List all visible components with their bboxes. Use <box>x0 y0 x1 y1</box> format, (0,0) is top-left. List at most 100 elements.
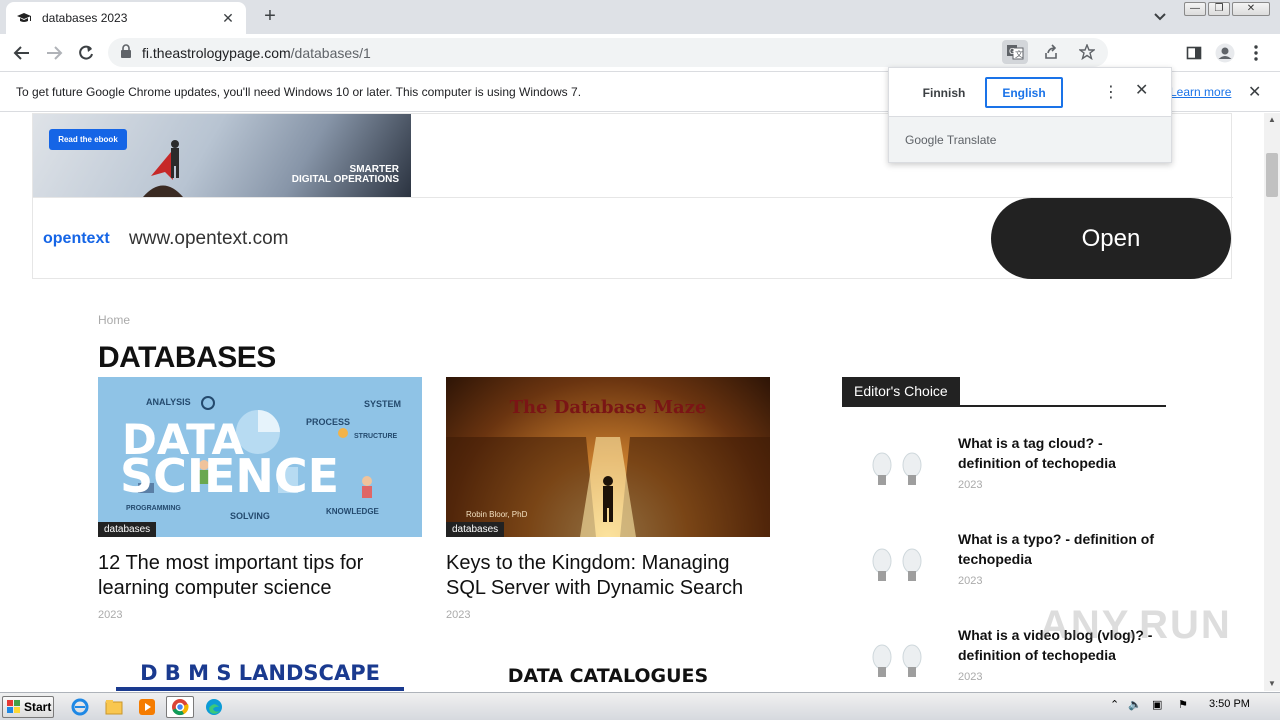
scroll-down-arrow-icon[interactable]: ▼ <box>1264 677 1280 691</box>
lightbulb-thumbnail-icon <box>872 548 922 581</box>
article-image-data-science[interactable]: DATA SCIENCE ANALYSIS SYSTEM PROCESS STR… <box>98 377 422 537</box>
share-icon[interactable] <box>1038 40 1064 64</box>
ad-banner-image[interactable]: Read the ebook SMARTER DIGITAL OPERATION… <box>33 114 411 197</box>
lock-icon <box>120 44 134 61</box>
start-button[interactable]: Start <box>2 696 54 718</box>
ad-tagline: SMARTER DIGITAL OPERATIONS <box>292 165 399 185</box>
article-date: 2023 <box>446 609 471 621</box>
translate-options-kebab-icon[interactable]: ⋮ <box>1103 82 1119 102</box>
article-title[interactable]: Keys to the Kingdom: Managing SQL Server… <box>446 551 770 601</box>
ad-open-button[interactable]: Open <box>991 198 1231 279</box>
sidebar-item-date: 2023 <box>958 671 983 683</box>
sidebar-item-title[interactable]: What is a typo? - definition of techoped… <box>958 529 1166 569</box>
tab-title: databases 2023 <box>42 11 128 25</box>
article-image-text: D B M S LANDSCAPE <box>140 661 380 685</box>
volume-icon[interactable]: 🔈 <box>1128 698 1142 711</box>
img-text-author: Robin Bloor, PhD <box>466 510 528 519</box>
sidebar-item[interactable]: What is a tag cloud? - definition of tec… <box>842 433 1166 513</box>
window-close-button[interactable]: ✕ <box>1232 2 1270 16</box>
article-card-partial[interactable]: D B M S LANDSCAPE <box>98 653 422 691</box>
img-text-knowledge: KNOWLEDGE <box>326 507 379 516</box>
address-bar[interactable]: fi.theastrologypage.com/databases/1 G文 <box>108 38 1108 67</box>
target-language-tab[interactable]: English <box>985 77 1063 108</box>
page-scrollbar[interactable]: ▲ ▼ <box>1264 113 1280 691</box>
infobar-message: To get future Google Chrome updates, you… <box>16 85 582 99</box>
img-text-programming: PROGRAMMING <box>126 505 181 512</box>
url-path: /databases/1 <box>290 44 371 61</box>
url-host: fi.theastrologypage.com <box>142 44 291 61</box>
translate-close-icon[interactable]: ✕ <box>1135 80 1148 100</box>
page-title: DATABASES <box>98 341 276 374</box>
network-icon[interactable]: ▣ <box>1152 698 1162 711</box>
breadcrumb[interactable]: Home <box>98 313 130 327</box>
scroll-thumb[interactable] <box>1266 153 1278 197</box>
restore-button[interactable]: ❐ <box>1208 2 1230 16</box>
editors-choice-header: Editor's Choice <box>842 377 1166 407</box>
tray-expand-icon[interactable]: ⌃ <box>1110 698 1119 711</box>
ad-tagline-line2: DIGITAL OPERATIONS <box>291 174 399 185</box>
anyrun-watermark: ANY.RUN <box>1040 603 1232 647</box>
opentext-logo: opentext <box>43 230 110 247</box>
new-tab-button[interactable]: + <box>258 6 282 28</box>
img-text-process: PROCESS <box>306 417 351 427</box>
profile-avatar-icon[interactable] <box>1213 41 1237 65</box>
forward-arrow-icon[interactable] <box>42 41 66 65</box>
tab-close-icon[interactable]: ✕ <box>220 10 236 27</box>
start-label: Start <box>24 700 52 714</box>
article-title[interactable]: 12 The most important tips for learning … <box>98 551 422 601</box>
learn-more-link[interactable]: Learn more <box>1170 85 1231 99</box>
ad-url[interactable]: www.opentext.com <box>129 228 288 250</box>
article-image-text: DATA CATALOGUES <box>507 665 709 687</box>
scroll-up-arrow-icon[interactable]: ▲ <box>1264 113 1280 127</box>
img-text-structure: STRUCTURE <box>354 433 398 440</box>
svg-text:文: 文 <box>1015 49 1023 59</box>
img-text-solving: SOLVING <box>230 511 270 521</box>
bookmark-star-icon[interactable] <box>1074 40 1100 64</box>
back-arrow-icon[interactable] <box>10 41 34 65</box>
img-text-maze-title: The Database Maze <box>509 397 707 418</box>
article-date: 2023 <box>98 609 123 621</box>
media-player-icon[interactable] <box>133 696 161 718</box>
web-page: Read the ebook SMARTER DIGITAL OPERATION… <box>0 113 1264 691</box>
minimize-button[interactable]: — <box>1184 2 1206 16</box>
sidebar-item-date: 2023 <box>958 479 983 491</box>
lightbulb-thumbnail-icon <box>872 644 922 677</box>
chrome-icon[interactable] <box>166 696 194 718</box>
action-center-flag-icon[interactable]: ⚑ <box>1178 698 1188 711</box>
editors-choice-label: Editor's Choice <box>842 377 960 406</box>
article-image-database-maze[interactable]: The Database Maze Robin Bloor, PhD datab… <box>446 377 770 537</box>
superhero-figure-icon <box>143 140 183 197</box>
windows-taskbar: Start ⌃ 🔈 ▣ ⚑ 3:50 PM <box>0 692 1280 720</box>
article-card-partial[interactable]: DATA CATALOGUES <box>446 653 770 691</box>
category-badge[interactable]: databases <box>446 522 505 537</box>
article-card[interactable]: The Database Maze Robin Bloor, PhD datab… <box>446 377 770 621</box>
tab-search-chevron-icon[interactable] <box>1150 8 1170 26</box>
clock[interactable]: 3:50 PM <box>1209 698 1250 710</box>
edge-icon[interactable] <box>200 696 228 718</box>
img-text-science: SCIENCE <box>120 449 340 503</box>
img-text-analysis: ANALYSIS <box>146 397 191 407</box>
category-badge[interactable]: databases <box>98 522 157 537</box>
file-explorer-icon[interactable] <box>100 696 128 718</box>
menu-kebab-icon[interactable] <box>1244 41 1268 65</box>
side-panel-icon[interactable] <box>1182 41 1206 65</box>
browser-tab[interactable]: databases 2023 ✕ <box>6 2 246 34</box>
source-language-tab[interactable]: Finnish <box>905 77 983 108</box>
img-text-system: SYSTEM <box>364 399 402 409</box>
translate-icon[interactable]: G文 <box>1002 40 1028 64</box>
reload-icon[interactable] <box>74 41 98 65</box>
image-underline <box>116 687 404 691</box>
infobar-close-icon[interactable]: ✕ <box>1248 82 1261 102</box>
sidebar-item-date: 2023 <box>958 575 983 587</box>
read-ebook-button[interactable]: Read the ebook <box>49 129 127 150</box>
internet-explorer-icon[interactable] <box>66 696 94 718</box>
lightbulb-thumbnail-icon <box>872 452 922 485</box>
tab-strip: databases 2023 ✕ + — ❐ ✕ <box>0 0 1280 34</box>
sidebar-item-title[interactable]: What is a tag cloud? - definition of tec… <box>958 433 1166 473</box>
google-translate-brand: Google Translate <box>905 133 997 147</box>
article-card[interactable]: DATA SCIENCE ANALYSIS SYSTEM PROCESS STR… <box>98 377 422 621</box>
translate-footer: Google Translate <box>889 116 1171 162</box>
translate-popup: Finnish English ⋮ ✕ Google Translate <box>888 67 1172 163</box>
sidebar-item[interactable]: What is a typo? - definition of techoped… <box>842 529 1166 609</box>
graduation-cap-icon <box>16 10 32 26</box>
